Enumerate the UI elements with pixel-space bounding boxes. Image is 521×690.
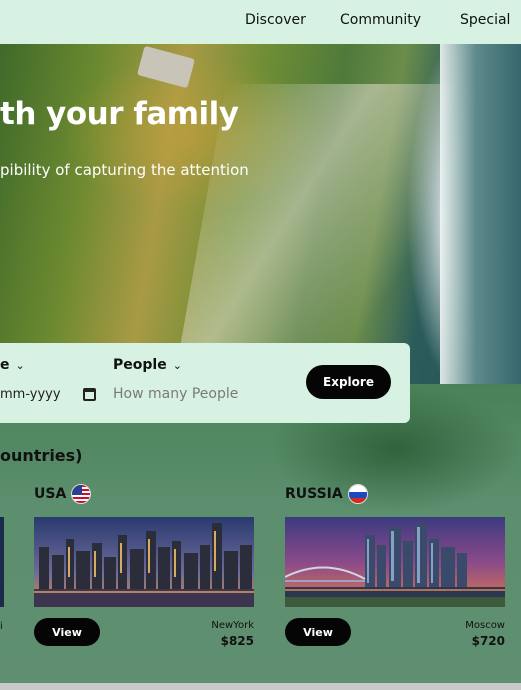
hero-banner: th your family pibility of capturing the…	[0, 44, 521, 384]
top-nav: Discover Community Special	[0, 0, 521, 44]
chevron-down-icon: ⌄	[172, 359, 182, 372]
view-button[interactable]: View	[285, 618, 351, 646]
search-panel: e⌄ mm-yyyy People⌄ Explore	[0, 343, 410, 423]
people-dropdown[interactable]: People ⌄	[113, 357, 182, 373]
chevron-down-icon: ⌄	[15, 359, 25, 372]
date-dropdown[interactable]: e ⌄	[0, 357, 25, 373]
people-input[interactable]	[113, 383, 273, 405]
moscow-photo	[285, 517, 505, 607]
previous-card-photo	[0, 517, 4, 607]
card-country: USA	[34, 486, 67, 502]
people-label: People	[113, 357, 167, 373]
nav-item-special[interactable]: Special	[460, 12, 510, 28]
hero-title: th your family	[0, 96, 239, 132]
card-price: $720	[471, 634, 505, 648]
hero-sea	[440, 44, 521, 384]
view-button[interactable]: View	[34, 618, 100, 646]
bottom-scroll-strip	[0, 683, 521, 690]
nav-item-community[interactable]: Community	[340, 12, 421, 28]
section-title: ountries)	[0, 446, 83, 465]
date-value: mm-yyyy	[0, 387, 61, 402]
calendar-icon[interactable]	[83, 388, 96, 401]
card-city: Moscow	[465, 620, 505, 631]
us-flag-icon	[71, 484, 91, 504]
russia-flag-icon	[348, 484, 368, 504]
date-label: e	[0, 357, 10, 373]
explore-button[interactable]: Explore	[306, 365, 391, 399]
new-york-photo	[34, 517, 254, 607]
previous-card-city: i	[0, 621, 3, 632]
card-price: $825	[220, 634, 254, 648]
card-country: RUSSIA	[285, 486, 343, 502]
card-city: NewYork	[211, 620, 254, 631]
hero-subtitle: pibility of capturing the attention	[0, 161, 249, 179]
date-input[interactable]: mm-yyyy	[0, 387, 61, 402]
nav-item-discover[interactable]: Discover	[245, 12, 306, 28]
